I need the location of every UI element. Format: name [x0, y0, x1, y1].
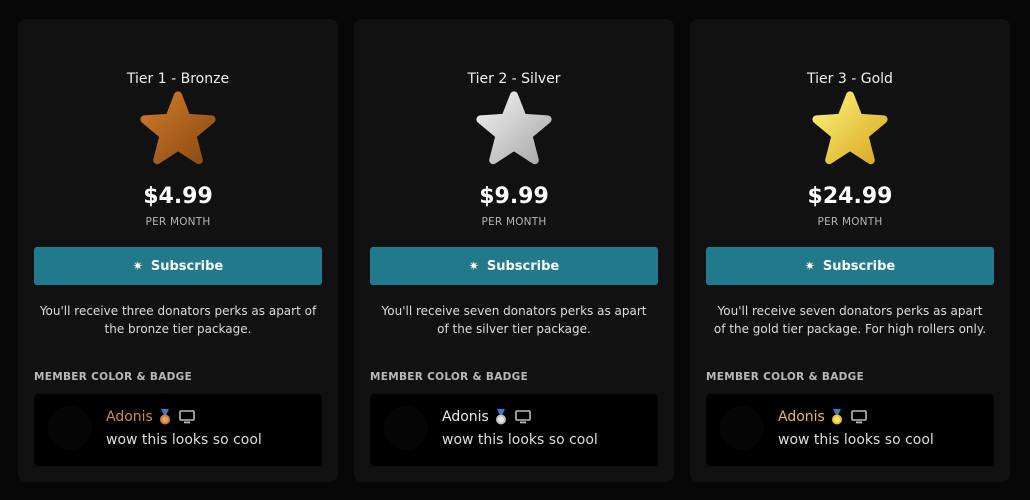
member-preview: Adonis wow this looks so cool [34, 394, 322, 466]
tier-title: Tier 2 - Silver [467, 71, 561, 87]
subscribe-label: Subscribe [150, 258, 224, 274]
monitor-icon [851, 410, 867, 424]
subscribe-button[interactable]: ✷ Subscribe [370, 247, 658, 285]
tier-description: You'll receive seven donators perks as a… [713, 304, 987, 336]
tier-card-bronze: Tier 1 - Bronze $4.99 PER MONTH ✷ Subscr… [18, 19, 338, 482]
section-label: MEMBER COLOR & BADGE [34, 371, 193, 383]
sparkle-icon: ✷ [468, 259, 479, 273]
sparkle-icon: ✷ [132, 259, 143, 273]
member-name: Adonis [778, 409, 825, 425]
tier-card-silver: Tier 2 - Silver $9.99 PER MONTH ✷ Subscr… [354, 19, 674, 482]
member-name-row: Adonis [778, 409, 867, 425]
avatar [720, 406, 764, 450]
silver-star-icon [474, 89, 554, 169]
member-message: wow this looks so cool [778, 432, 934, 448]
member-name: Adonis [106, 409, 153, 425]
sparkle-icon: ✷ [804, 259, 815, 273]
member-name-row: Adonis [106, 409, 195, 425]
price: $9.99 [479, 184, 549, 209]
member-message: wow this looks so cool [442, 432, 598, 448]
section-label: MEMBER COLOR & BADGE [370, 371, 529, 383]
tier-description: You'll receive three donators perks as a… [39, 304, 317, 336]
price-period: PER MONTH [817, 216, 883, 228]
avatar [48, 406, 92, 450]
price-period: PER MONTH [145, 216, 211, 228]
price-period: PER MONTH [481, 216, 547, 228]
tier-description: You'll receive seven donators perks as a… [381, 304, 647, 336]
member-preview: Adonis wow this looks so cool [706, 394, 994, 466]
price: $4.99 [143, 184, 213, 209]
tier-card-gold: Tier 3 - Gold $24.99 PER MONTH ✷ Subscri… [690, 19, 1010, 482]
member-name-row: Adonis [442, 409, 531, 425]
price: $24.99 [807, 184, 893, 209]
monitor-icon [515, 410, 531, 424]
gold-star-icon [810, 89, 890, 169]
monitor-icon [179, 410, 195, 424]
section-label: MEMBER COLOR & BADGE [706, 371, 865, 383]
subscribe-label: Subscribe [486, 258, 560, 274]
avatar [384, 406, 428, 450]
member-message: wow this looks so cool [106, 432, 262, 448]
tier-title: Tier 1 - Bronze [126, 71, 230, 87]
bronze-star-icon [138, 89, 218, 169]
subscribe-label: Subscribe [822, 258, 896, 274]
tier-title: Tier 3 - Gold [807, 71, 893, 87]
subscribe-button[interactable]: ✷ Subscribe [34, 247, 322, 285]
silver-medal-icon [494, 409, 508, 425]
subscribe-button[interactable]: ✷ Subscribe [706, 247, 994, 285]
member-name: Adonis [442, 409, 489, 425]
bronze-medal-icon [158, 409, 172, 425]
gold-medal-icon [830, 409, 844, 425]
member-preview: Adonis wow this looks so cool [370, 394, 658, 466]
